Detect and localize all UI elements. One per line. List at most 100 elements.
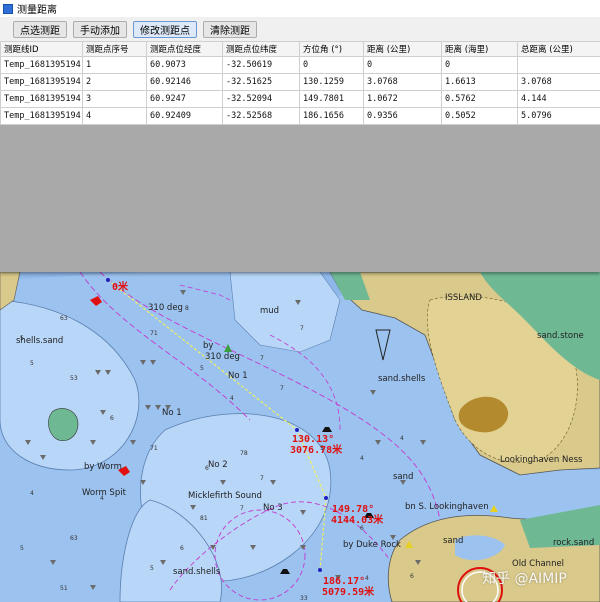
table-row[interactable]: Temp_1681395194 2 60.92146 -32.51625 130… — [0, 73, 600, 91]
col-distance-nm[interactable]: 距离 (海里) — [441, 41, 518, 57]
cell-distance-km[interactable]: 3.0768 — [363, 73, 442, 91]
label-mud: mud — [260, 306, 279, 316]
svg-text:6: 6 — [180, 545, 184, 552]
cell-longitude[interactable]: 60.9073 — [146, 56, 223, 74]
cell-total-km[interactable]: 4.144 — [517, 90, 600, 108]
label-rock-sand: rock.sand — [553, 538, 594, 548]
svg-text:5: 5 — [20, 545, 24, 552]
cell-distance-km[interactable]: 0.9356 — [363, 107, 442, 125]
label-sand-2: sand — [443, 536, 463, 546]
svg-text:81: 81 — [200, 515, 208, 522]
svg-text:6: 6 — [360, 525, 364, 532]
col-latitude[interactable]: 测距点位纬度 — [222, 41, 300, 57]
col-total-km[interactable]: 总距离 (公里) — [517, 41, 600, 57]
label-no1a: No 1 — [228, 371, 248, 381]
cell-distance-nm[interactable]: 1.6613 — [441, 73, 518, 91]
cell-line-id[interactable]: Temp_1681395194 — [0, 107, 83, 125]
cell-bearing[interactable]: 0 — [299, 56, 364, 74]
svg-text:4: 4 — [360, 455, 364, 462]
label-lookinghaven-ness: Lookinghaven Ness — [500, 455, 583, 465]
cell-point-index[interactable]: 3 — [82, 90, 147, 108]
svg-text:7: 7 — [240, 505, 244, 512]
svg-text:78: 78 — [240, 450, 248, 457]
chart-islet — [48, 408, 79, 442]
cell-total-km[interactable]: 5.0796 — [517, 107, 600, 125]
cell-point-index[interactable]: 4 — [82, 107, 147, 125]
measure-point-1[interactable] — [106, 278, 110, 282]
cell-total-km[interactable] — [517, 56, 600, 74]
label-no1b: No 1 — [162, 408, 182, 418]
measure-point-3[interactable] — [324, 496, 328, 500]
cell-line-id[interactable]: Temp_1681395194 — [0, 90, 83, 108]
dialog-toolbar: 点选测距 手动添加 修改测距点 清除测距 — [0, 17, 600, 41]
cell-point-index[interactable]: 2 — [82, 73, 147, 91]
cell-total-km[interactable]: 3.0768 — [517, 73, 600, 91]
svg-text:53: 53 — [70, 375, 78, 382]
dialog-titlebar[interactable]: 测量距离 — [0, 0, 600, 17]
svg-text:7: 7 — [260, 475, 264, 482]
cell-distance-km[interactable]: 1.0672 — [363, 90, 442, 108]
col-longitude[interactable]: 测距点位经度 — [146, 41, 223, 57]
label-sand-stone: sand.stone — [537, 331, 584, 341]
label-island: ISSLAND — [445, 293, 482, 303]
route-label-p3-distance: 4144.03米 — [331, 513, 384, 526]
svg-text:5: 5 — [30, 360, 34, 367]
cell-bearing[interactable]: 149.7801 — [299, 90, 364, 108]
measure-point-2[interactable] — [295, 428, 299, 432]
svg-text:6: 6 — [110, 415, 114, 422]
table-row[interactable]: Temp_1681395194 4 60.92409 -32.52568 186… — [0, 107, 600, 125]
measure-point-4[interactable] — [318, 568, 322, 572]
point-measure-button[interactable]: 点选测距 — [13, 20, 67, 38]
label-sand-shells-right: sand.shells — [378, 374, 426, 384]
cell-latitude[interactable]: -32.50619 — [222, 56, 300, 74]
table-row[interactable]: Temp_1681395194 3 60.9247 -32.52094 149.… — [0, 90, 600, 108]
cell-bearing[interactable]: 130.1259 — [299, 73, 364, 91]
clear-measure-button[interactable]: 清除测距 — [203, 20, 257, 38]
cell-line-id[interactable]: Temp_1681395194 — [0, 73, 83, 91]
svg-text:7: 7 — [260, 355, 264, 362]
label-no3: No 3 — [263, 503, 283, 513]
table-row[interactable]: Temp_1681395194 1 60.9073 -32.50619 0 0 … — [0, 56, 600, 74]
cell-longitude[interactable]: 60.92409 — [146, 107, 223, 125]
col-distance-km[interactable]: 距离 (公里) — [363, 41, 442, 57]
route-label-p3-bearing: 149.78° — [332, 504, 374, 515]
svg-text:4: 4 — [400, 435, 404, 442]
label-sand-1: sand — [393, 472, 413, 482]
measure-table: 测距线ID 测距点序号 测距点位经度 测距点位纬度 方位角 (°) 距离 (公里… — [0, 41, 600, 125]
cell-latitude[interactable]: -32.52568 — [222, 107, 300, 125]
cell-longitude[interactable]: 60.92146 — [146, 73, 223, 91]
svg-text:4: 4 — [365, 575, 369, 582]
cell-distance-nm[interactable]: 0.5052 — [441, 107, 518, 125]
svg-text:63: 63 — [70, 535, 78, 542]
label-by310: by — [203, 341, 213, 351]
label-micklefirth: Micklefirth Sound — [188, 491, 262, 501]
cell-latitude[interactable]: -32.51625 — [222, 73, 300, 91]
label-no2: No 2 — [208, 460, 228, 470]
label-shells-sand: shells.sand — [16, 336, 63, 346]
modify-points-button[interactable]: 修改测距点 — [133, 20, 197, 38]
svg-text:5: 5 — [150, 565, 154, 572]
table-header-row: 测距线ID 测距点序号 测距点位经度 测距点位纬度 方位角 (°) 距离 (公里… — [0, 41, 600, 57]
cell-line-id[interactable]: Temp_1681395194 — [0, 56, 83, 74]
cell-distance-nm[interactable]: 0.5762 — [441, 90, 518, 108]
label-bn-lookinghaven: bn S. Lookinghaven — [405, 502, 489, 512]
label-deg310: 310 deg — [148, 303, 183, 313]
cell-distance-nm[interactable]: 0 — [441, 56, 518, 74]
cell-distance-km[interactable]: 0 — [363, 56, 442, 74]
cell-latitude[interactable]: -32.52094 — [222, 90, 300, 108]
cell-longitude[interactable]: 60.9247 — [146, 90, 223, 108]
route-label-p4-bearing: 186.17° — [323, 576, 365, 587]
svg-text:71: 71 — [150, 330, 158, 337]
svg-text:4: 4 — [30, 490, 34, 497]
col-point-index[interactable]: 测距点序号 — [82, 41, 147, 57]
svg-text:8: 8 — [185, 305, 189, 312]
col-line-id[interactable]: 测距线ID — [0, 41, 83, 57]
col-bearing[interactable]: 方位角 (°) — [299, 41, 364, 57]
cell-bearing[interactable]: 186.1656 — [299, 107, 364, 125]
watermark: 知乎 @AIMIP — [482, 571, 567, 587]
label-deg310b: 310 deg — [205, 352, 240, 362]
svg-text:4: 4 — [230, 395, 234, 402]
manual-add-button[interactable]: 手动添加 — [73, 20, 127, 38]
route-label-p1: 0米 — [112, 280, 129, 293]
cell-point-index[interactable]: 1 — [82, 56, 147, 74]
